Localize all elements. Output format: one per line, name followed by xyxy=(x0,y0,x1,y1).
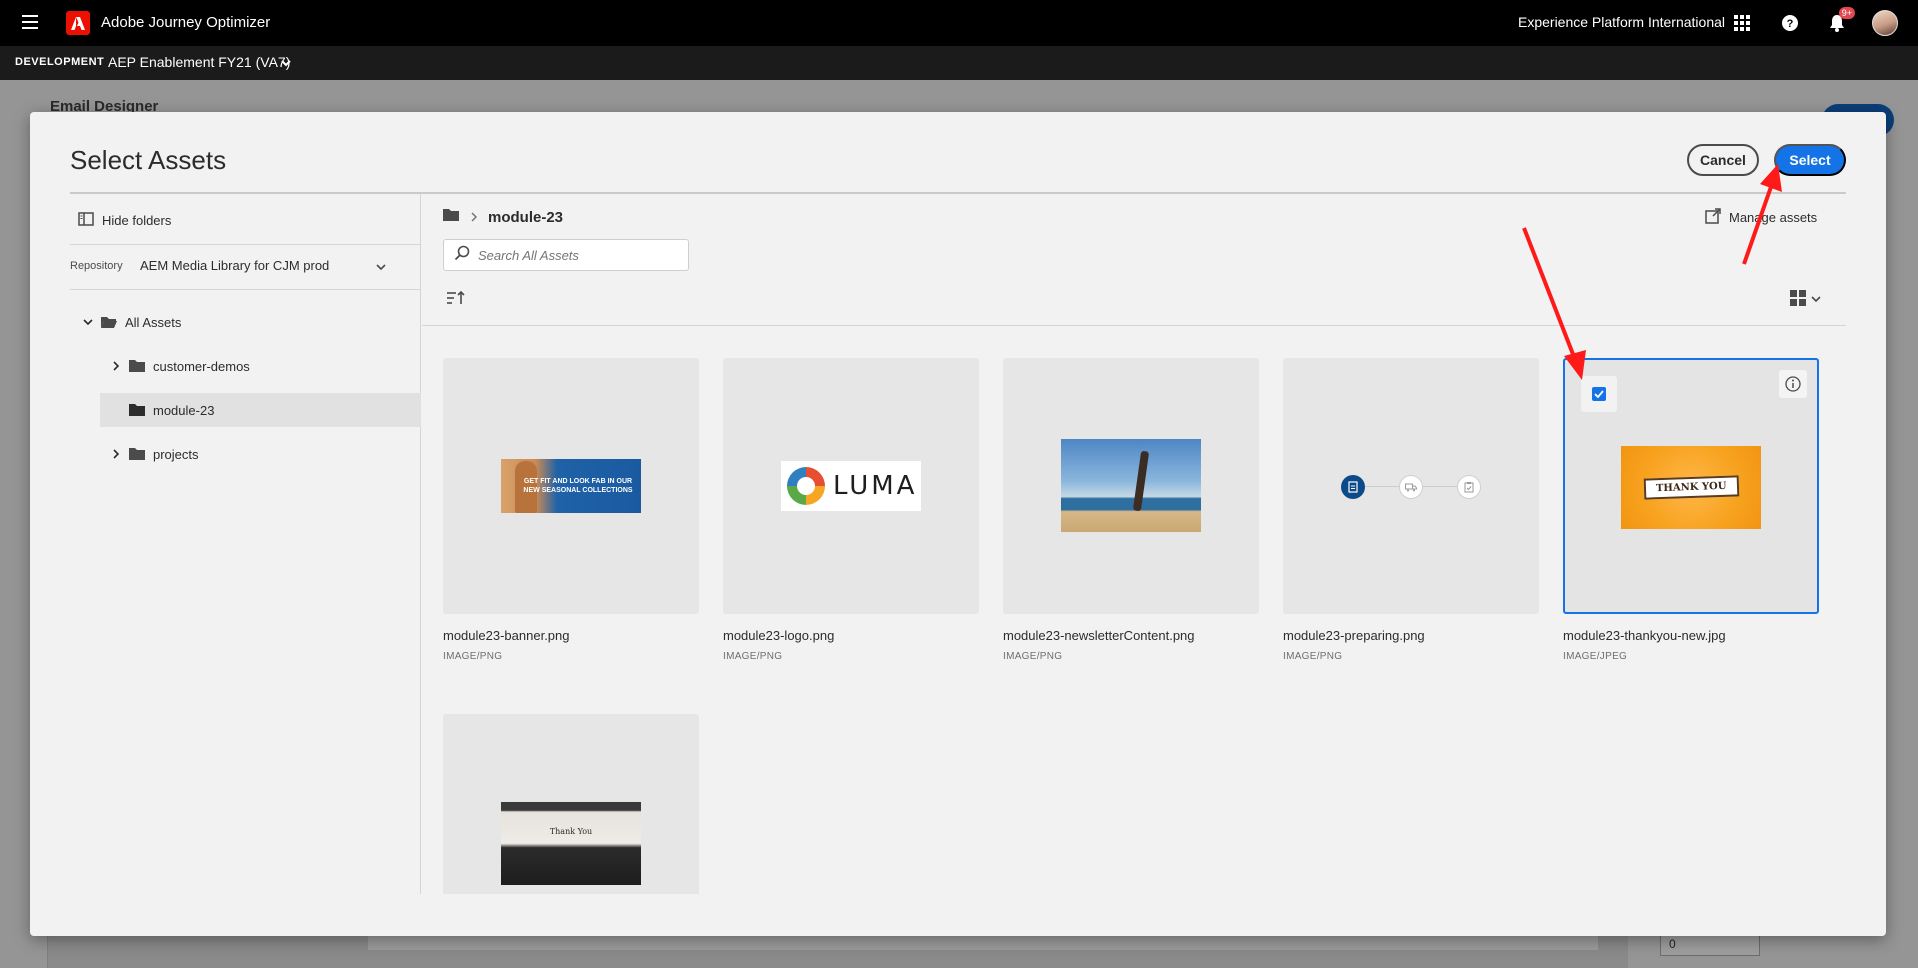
asset-name: module23-thankyou-new.jpg xyxy=(1563,628,1726,643)
org-switcher[interactable]: Experience Platform International xyxy=(1518,14,1725,30)
progress-steps-image xyxy=(1283,474,1539,500)
breadcrumb-current: module-23 xyxy=(488,208,564,226)
sort-icon[interactable] xyxy=(446,290,468,310)
asset-thumbnail[interactable]: Thank You xyxy=(443,714,699,894)
checkmark-icon xyxy=(1592,387,1606,401)
chevron-right-icon xyxy=(470,209,478,226)
dialog-title: Select Assets xyxy=(70,145,227,175)
asset-thumbnail[interactable]: GET FIT AND LOOK FAB IN OUR NEW SEASONAL… xyxy=(443,358,699,614)
asset-thumbnail[interactable]: LUMA xyxy=(723,358,979,614)
chevron-right-icon[interactable] xyxy=(110,360,124,372)
repository-label: Repository xyxy=(70,260,123,272)
clipboard-icon xyxy=(1457,475,1481,499)
tree-item-label: customer-demos xyxy=(153,358,250,374)
search-input[interactable] xyxy=(478,247,678,263)
external-link-icon xyxy=(1705,208,1721,227)
manage-assets-label: Manage assets xyxy=(1729,210,1818,225)
grid-view-icon xyxy=(1790,290,1806,311)
notification-badge: 9+ xyxy=(1838,7,1855,19)
logo-text: LUMA xyxy=(833,471,918,501)
folder-icon[interactable] xyxy=(442,208,460,226)
chevron-down-icon[interactable] xyxy=(82,316,96,328)
tree-item-customer-demos[interactable]: customer-demos xyxy=(70,349,421,383)
asset-name: module23-newsletterContent.png xyxy=(1003,628,1195,643)
banner-image: GET FIT AND LOOK FAB IN OUR NEW SEASONAL… xyxy=(501,459,641,513)
adobe-logo-icon[interactable] xyxy=(66,11,90,35)
user-avatar[interactable] xyxy=(1872,10,1898,36)
asset-checkbox[interactable] xyxy=(1581,376,1617,412)
tree-item-label: module-23 xyxy=(153,402,215,418)
notifications-bell-icon[interactable]: 9+ xyxy=(1826,7,1855,34)
chevron-down-icon[interactable] xyxy=(375,260,387,278)
divider xyxy=(70,289,421,290)
asset-type: IMAGE/PNG xyxy=(1283,651,1343,662)
chevron-down-icon xyxy=(1810,292,1822,310)
truck-icon xyxy=(1399,475,1423,499)
app-title[interactable]: Adobe Journey Optimizer xyxy=(101,14,270,31)
tree-item-label: All Assets xyxy=(125,314,182,330)
shell-header: Adobe Journey Optimizer Experience Platf… xyxy=(0,0,1918,46)
select-assets-dialog: Select Assets Cancel Select Hide folders… xyxy=(30,112,1886,936)
asset-thumbnail[interactable]: THANK YOU xyxy=(1563,358,1819,614)
assets-browser: module-23 Manage assets Search All Asset… xyxy=(422,194,1846,894)
chevron-right-icon[interactable] xyxy=(110,448,124,460)
asset-card[interactable]: Thank You xyxy=(443,714,699,894)
view-toggle[interactable] xyxy=(1790,290,1822,311)
asset-type: IMAGE/PNG xyxy=(723,651,783,662)
hide-folders-button[interactable]: Hide folders xyxy=(78,208,171,232)
banner-image-text: GET FIT AND LOOK FAB IN OUR NEW SEASONAL… xyxy=(523,478,633,494)
folder-panel: Hide folders Repository AEM Media Librar… xyxy=(70,194,421,894)
ribbon-text: THANK YOU xyxy=(1643,475,1739,500)
repository-picker[interactable]: AEM Media Library for CJM prod xyxy=(140,258,329,273)
tree-item-all-assets[interactable]: All Assets xyxy=(70,305,421,339)
folder-open-icon xyxy=(100,315,118,329)
app-grid-icon[interactable] xyxy=(1731,12,1753,34)
asset-name: module23-banner.png xyxy=(443,628,570,643)
tree-item-label: projects xyxy=(153,446,199,462)
luma-logo-image: LUMA xyxy=(781,461,921,511)
cancel-button[interactable]: Cancel xyxy=(1687,144,1759,176)
search-box xyxy=(443,239,689,271)
yoga-photo xyxy=(1061,439,1201,532)
hamburger-menu-icon[interactable] xyxy=(22,15,38,29)
asset-type: IMAGE/PNG xyxy=(443,651,503,662)
thankyou-image: THANK YOU xyxy=(1621,446,1761,529)
search-icon xyxy=(454,245,470,266)
asset-thumbnail[interactable] xyxy=(1003,358,1259,614)
asset-thumbnail[interactable] xyxy=(1283,358,1539,614)
asset-name: module23-logo.png xyxy=(723,628,835,643)
folder-icon xyxy=(128,403,146,417)
breadcrumb: module-23 xyxy=(442,208,563,226)
sandbox-environment-label: DEVELOPMENT xyxy=(15,56,105,68)
panel-toggle-icon xyxy=(78,211,94,229)
sandbox-bar: DEVELOPMENT AEP Enablement FY21 (VA7) xyxy=(0,46,1918,80)
divider xyxy=(422,325,1846,326)
folder-icon xyxy=(128,359,146,373)
asset-name: module23-preparing.png xyxy=(1283,628,1425,643)
folder-icon xyxy=(128,447,146,461)
sandbox-switcher[interactable]: AEP Enablement FY21 (VA7) xyxy=(108,54,290,70)
manage-assets-link[interactable]: Manage assets xyxy=(1705,208,1817,227)
svg-text:?: ? xyxy=(1787,18,1794,30)
divider xyxy=(70,244,421,245)
tree-item-module-23[interactable]: module-23 xyxy=(100,393,421,427)
info-icon[interactable] xyxy=(1779,370,1807,398)
tree-item-projects[interactable]: projects xyxy=(70,437,421,471)
help-icon[interactable]: ? xyxy=(1779,12,1801,34)
asset-type: IMAGE/JPEG xyxy=(1563,651,1628,662)
typewriter-image: Thank You xyxy=(501,802,641,885)
asset-type: IMAGE/PNG xyxy=(1003,651,1063,662)
document-icon xyxy=(1341,475,1365,499)
thumbnail-text: Thank You xyxy=(549,827,593,836)
hide-folders-label: Hide folders xyxy=(102,212,172,228)
select-button[interactable]: Select xyxy=(1774,144,1846,176)
chevron-down-icon[interactable] xyxy=(280,56,292,74)
